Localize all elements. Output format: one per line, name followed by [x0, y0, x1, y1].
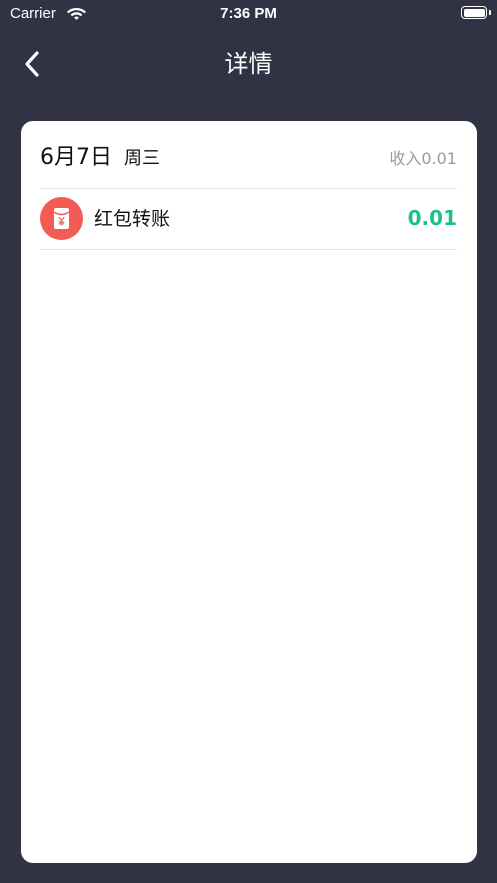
detail-card: 6月7日 周三 收入0.01 红包转账 0.01: [21, 121, 477, 863]
transaction-amount: 0.01: [407, 206, 457, 230]
transaction-label: 红包转账: [94, 208, 171, 230]
status-time: 7:36 PM: [220, 5, 277, 22]
battery-level: [463, 8, 485, 17]
day-date: 6月7日: [40, 145, 112, 170]
day-income-summary: 收入0.01: [389, 149, 457, 168]
battery-icon: [461, 6, 487, 19]
navigation-bar: 详情: [0, 36, 497, 92]
day-group-header: 6月7日 周三 收入0.01: [40, 121, 457, 189]
transaction-row[interactable]: 红包转账 0.01: [40, 189, 457, 250]
battery-cap: [489, 10, 491, 15]
page-title: 详情: [224, 50, 273, 78]
red-envelope-glyph: [53, 208, 70, 229]
status-bar: Carrier 7:36 PM: [0, 0, 497, 28]
day-weekday: 周三: [124, 148, 160, 169]
red-envelope-icon: [40, 197, 83, 240]
